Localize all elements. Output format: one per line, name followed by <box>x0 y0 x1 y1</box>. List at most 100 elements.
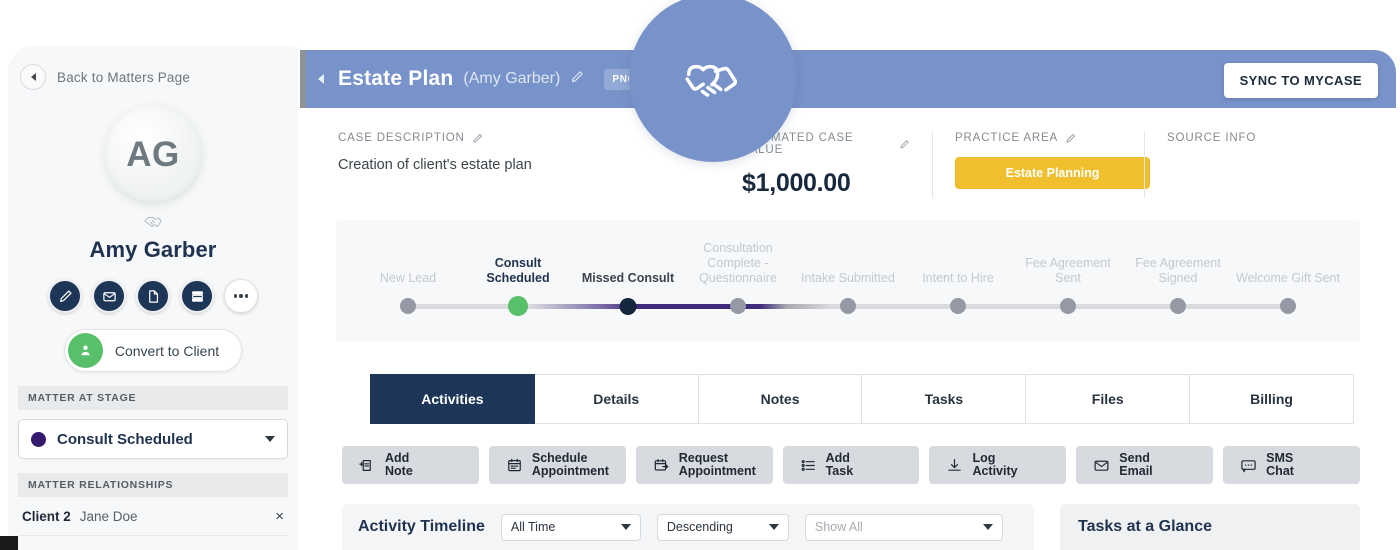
avatar-initials: AG <box>126 134 180 174</box>
tab-tasks[interactable]: Tasks <box>862 374 1027 424</box>
person-name: Amy Garber <box>89 237 217 262</box>
pipeline-stage-label: Fee Agreement Sent <box>1025 256 1111 285</box>
chat-icon <box>1241 459 1256 472</box>
tab-details[interactable]: Details <box>534 374 699 424</box>
page-title: Estate Plan <box>338 67 454 90</box>
source-info-label: SOURCE INFO <box>1167 132 1257 144</box>
case-description-value: Creation of client's estate plan <box>338 157 532 173</box>
action-label: SMS Chat <box>1266 451 1294 478</box>
avatar-wrapper: AG <box>8 105 298 204</box>
time-range-dropdown[interactable]: All Time <box>500 513 641 541</box>
app-root: Back to Matters Page AG Amy Garber Conve… <box>0 0 1400 550</box>
pipeline-stage-label: Welcome Gift Sent <box>1236 271 1340 285</box>
edit-icon[interactable] <box>472 133 483 144</box>
show-filter-value: Show All <box>814 520 863 534</box>
back-arrow-icon <box>20 64 46 90</box>
request-appointment-button[interactable]: Request Appointment <box>635 446 773 484</box>
convert-to-client-button[interactable]: Convert to Client <box>63 329 243 372</box>
avatar: AG <box>103 105 203 204</box>
tasks-at-a-glance-title: Tasks at a Glance <box>1078 518 1212 535</box>
tasks-at-a-glance-panel: Tasks at a Glance <box>1060 504 1360 550</box>
remove-relationship-icon[interactable]: × <box>275 509 284 524</box>
relationship-name: Jane Doe <box>79 509 138 524</box>
practice-area-column: PRACTICE AREA Estate Planning <box>932 132 1150 198</box>
practice-area-chip[interactable]: Estate Planning <box>955 157 1150 189</box>
action-label: Schedule Appointment <box>531 451 609 478</box>
edit-icon[interactable] <box>899 139 910 150</box>
edit-icon[interactable] <box>48 279 82 313</box>
convert-wrapper: Convert to Client <box>8 329 298 372</box>
pipeline-stage-label: New Lead <box>379 271 437 285</box>
pipeline-node[interactable] <box>840 298 856 314</box>
pipeline-node[interactable] <box>950 298 966 314</box>
pipeline-node[interactable] <box>1170 298 1186 314</box>
more-icon[interactable] <box>224 279 258 313</box>
edit-icon[interactable] <box>1065 133 1076 144</box>
log-activity-button[interactable]: Log Activity <box>929 446 1067 484</box>
quick-action-icons <box>8 279 298 313</box>
corner-decoration <box>0 536 18 550</box>
practice-area-label: PRACTICE AREA <box>955 132 1122 144</box>
tab-billing[interactable]: Billing <box>1190 374 1354 424</box>
sort-order-dropdown[interactable]: Descending <box>656 513 789 541</box>
schedule-appointment-button[interactable]: Schedule Appointment <box>488 446 626 484</box>
calendar-arrow-icon <box>654 458 669 471</box>
matter-relationships-header: MATTER RELATIONSHIPS <box>18 473 288 497</box>
back-to-matters-button[interactable]: Back to Matters Page <box>8 46 298 90</box>
pipeline-node[interactable] <box>400 298 416 314</box>
task-list-icon <box>801 459 815 471</box>
stage-color-dot <box>31 431 46 447</box>
case-value-amount: $1,000.00 <box>742 169 851 197</box>
header-left-edge <box>300 50 306 108</box>
pipeline-stage-label: Intent to Hire <box>922 271 994 285</box>
pipeline-stage-label: Consult Scheduled <box>486 256 550 285</box>
edit-title-icon[interactable] <box>570 70 584 89</box>
sort-order-value: Descending <box>666 520 733 534</box>
page-subtitle: (Amy Garber) <box>463 70 561 87</box>
add-note-icon <box>359 459 371 471</box>
chevron-down-icon <box>620 524 631 530</box>
action-label: Send Email <box>1119 451 1153 478</box>
action-button-row: Add Note Schedule Appointment Request Appoint… <box>342 446 1361 484</box>
pipeline-node[interactable] <box>730 298 746 314</box>
stage-pipeline: New Lead Consult Scheduled Missed Consult C… <box>336 220 1360 342</box>
convert-to-client-label: Convert to Client <box>114 342 220 359</box>
collapse-arrow-icon[interactable] <box>318 74 324 84</box>
sidebar: Back to Matters Page AG Amy Garber Conve… <box>8 46 298 550</box>
pipeline-node[interactable] <box>619 297 637 315</box>
send-email-button[interactable]: Send Email <box>1076 446 1214 484</box>
invoice-icon[interactable] <box>180 279 214 313</box>
matter-at-stage-header: MATTER AT STAGE <box>18 386 288 410</box>
pipeline-node[interactable] <box>508 296 528 316</box>
add-note-button[interactable]: Add Note <box>342 446 479 484</box>
activity-timeline-title: Activity Timeline <box>358 518 485 535</box>
action-label: Add Task <box>825 451 854 478</box>
sms-chat-button[interactable]: SMS Chat <box>1223 446 1361 484</box>
pipeline-node[interactable] <box>1280 298 1296 314</box>
document-icon[interactable] <box>136 279 170 313</box>
action-label: Log Activity <box>972 451 1018 478</box>
show-filter-dropdown[interactable]: Show All <box>804 513 1003 541</box>
case-description-label: CASE DESCRIPTION <box>338 132 698 144</box>
main-panel: Estate Plan (Amy Garber) PNC SYNC TO MYC… <box>300 50 1396 550</box>
email-icon[interactable] <box>92 279 126 313</box>
sync-to-mycase-button[interactable]: SYNC TO MYCASE <box>1223 63 1378 98</box>
add-task-button[interactable]: Add Task <box>782 446 920 484</box>
action-label: Request Appointment <box>678 451 756 478</box>
matter-header-bar: Estate Plan (Amy Garber) PNC SYNC TO MYC… <box>300 50 1396 108</box>
tab-notes[interactable]: Notes <box>698 374 863 424</box>
time-range-value: All Time <box>510 520 556 534</box>
envelope-icon <box>1094 460 1109 471</box>
person-icon <box>67 333 103 368</box>
pipeline-stage-label: Fee Agreement Signed <box>1135 256 1221 285</box>
chevron-down-icon <box>982 524 993 530</box>
pipeline-node[interactable] <box>1060 298 1076 314</box>
back-to-matters-label: Back to Matters Page <box>57 69 191 85</box>
tab-files[interactable]: Files <box>1026 374 1191 424</box>
tab-bar: Activities Details Notes Tasks Files Billing <box>370 374 1354 424</box>
list-item[interactable]: Client 2 Jane Doe × <box>18 497 288 536</box>
matter-stage-select[interactable]: Consult Scheduled <box>18 419 288 459</box>
tab-activities[interactable]: Activities <box>370 374 535 424</box>
pipeline-stage-label: Intake Submitted <box>801 271 895 285</box>
handshake-icon <box>8 213 298 231</box>
